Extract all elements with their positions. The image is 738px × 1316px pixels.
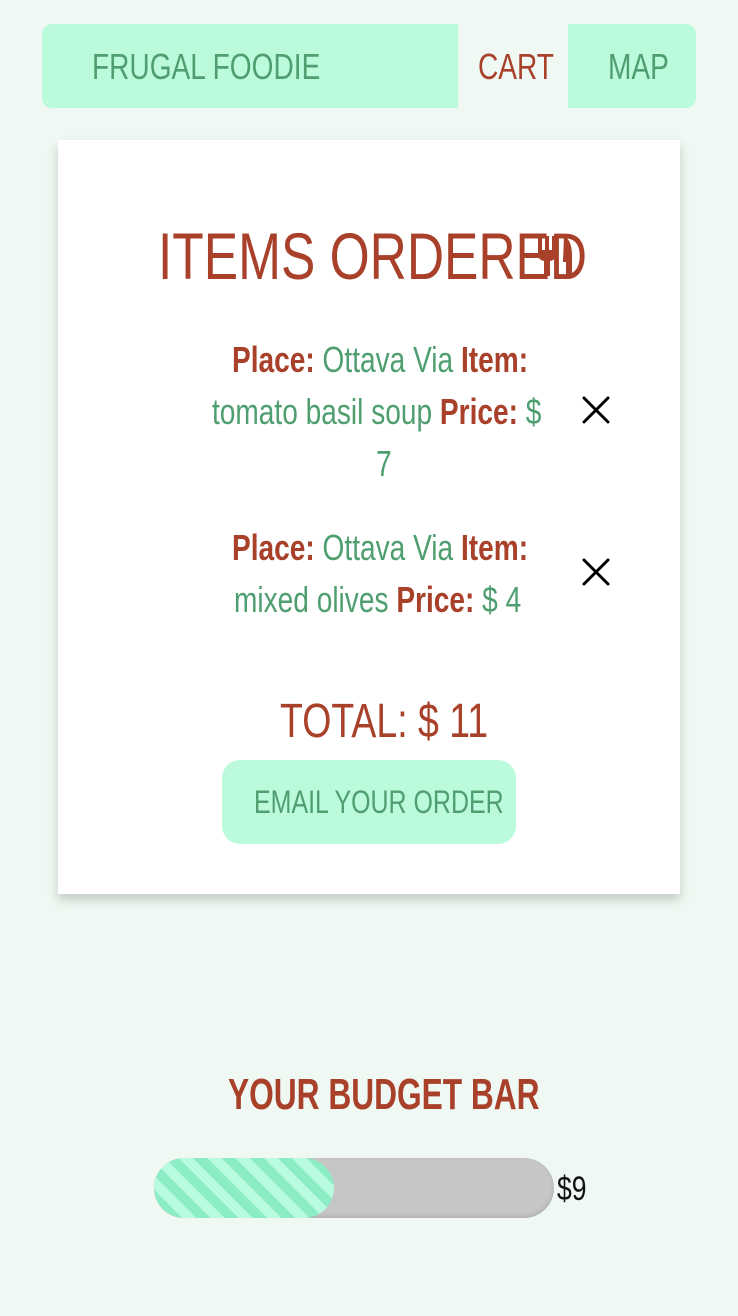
item-value: tomato basil soup <box>212 391 433 432</box>
price-value: 7 <box>376 443 392 484</box>
cart-item-line-1: Place: Ottava Via Item: <box>232 334 528 386</box>
budget-amount: $9 <box>557 1170 587 1208</box>
total-value: $ 11 <box>418 695 489 748</box>
nav-map-label: MAP <box>608 46 669 87</box>
email-order-label: EMAIL YOUR ORDER <box>254 784 504 820</box>
cart-item-line-2: tomato basil soup Price: $ <box>212 386 541 438</box>
remove-item-close-icon[interactable] <box>578 554 614 590</box>
cart-item-line-3: 7 <box>376 438 392 490</box>
item-label: Item: <box>460 339 529 380</box>
cart-item-line-2: mixed olives Price: $ 4 <box>234 574 521 626</box>
nav-cart-label: CART <box>478 46 554 87</box>
nav-brand-label: FRUGAL FOODIE <box>92 46 321 87</box>
cart-card: ITEMS ORDERED Place: Ottava Via Item: to… <box>58 140 680 894</box>
place-label: Place: <box>232 527 315 568</box>
cart-item: Place: Ottava Via Item: mixed olives Pri… <box>58 522 680 626</box>
cart-title-row: ITEMS ORDERED <box>158 218 708 298</box>
price-prefix: $ <box>525 391 542 432</box>
place-label: Place: <box>232 339 315 380</box>
place-value: Ottava Via <box>322 339 454 380</box>
utensils-icon <box>538 236 572 276</box>
email-order-button[interactable]: EMAIL YOUR ORDER <box>222 760 516 844</box>
remove-item-close-icon[interactable] <box>578 392 614 428</box>
nav-cart-link[interactable]: CART <box>458 24 568 108</box>
cart-title: ITEMS ORDERED <box>158 219 588 293</box>
total-label: TOTAL: <box>280 695 408 748</box>
order-total: TOTAL: $ 11 <box>280 694 488 749</box>
price-label: Price: <box>396 579 475 620</box>
cart-item-line-1: Place: Ottava Via Item: <box>232 522 528 574</box>
price-label: Price: <box>439 391 518 432</box>
budget-progress-fill <box>154 1158 334 1218</box>
cart-item: Place: Ottava Via Item: tomato basil sou… <box>58 334 680 490</box>
nav-map-link[interactable]: MAP <box>568 24 696 108</box>
price-value: 4 <box>505 579 522 620</box>
place-value: Ottava Via <box>322 527 454 568</box>
nav-brand-link[interactable]: FRUGAL FOODIE <box>42 24 458 108</box>
top-nav: FRUGAL FOODIE CART MAP <box>42 24 696 108</box>
price-prefix: $ <box>482 579 498 620</box>
budget-title: YOUR BUDGET BAR <box>228 1070 540 1119</box>
item-value: mixed olives <box>234 579 389 620</box>
item-label: Item: <box>460 527 529 568</box>
budget-progress-bar <box>154 1158 554 1218</box>
